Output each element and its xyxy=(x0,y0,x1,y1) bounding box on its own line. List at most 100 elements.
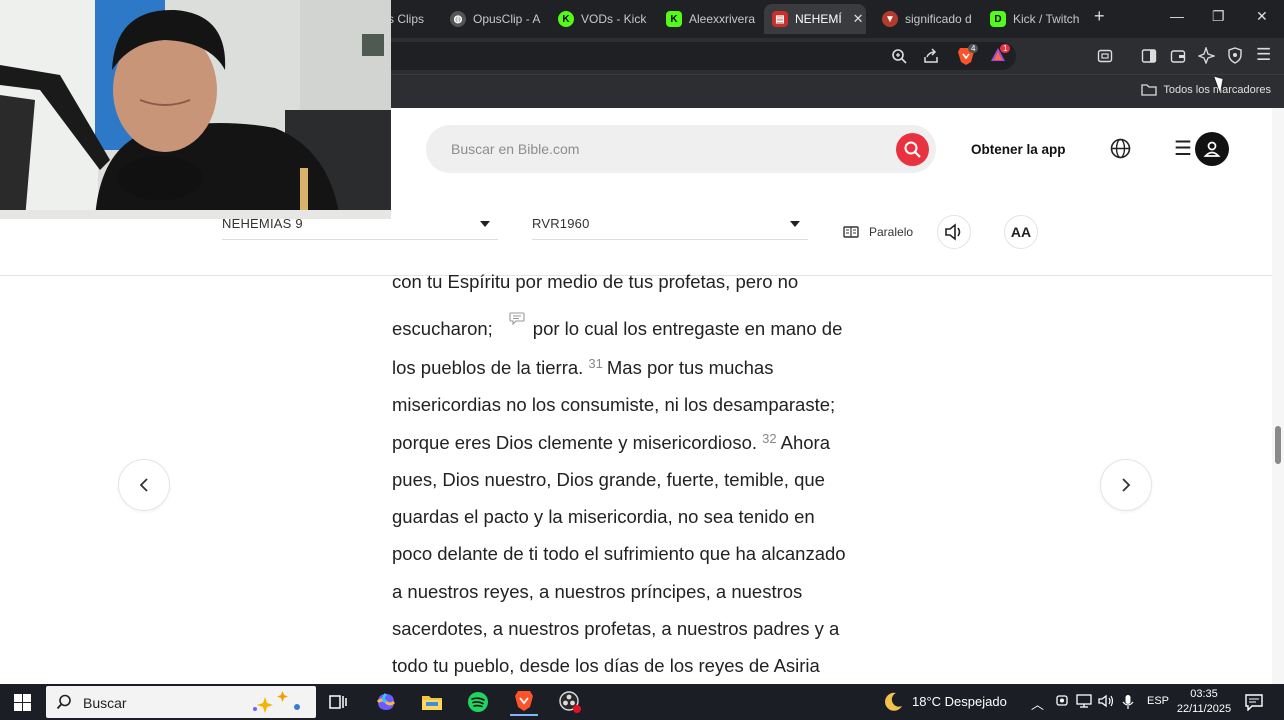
chevron-left-icon xyxy=(139,478,148,492)
chevron-down-icon xyxy=(480,221,490,227)
tab-aleexxrivera[interactable]: K Aleexxrivera xyxy=(658,4,763,34)
file-explorer-icon[interactable] xyxy=(418,688,446,716)
close-window-icon[interactable]: ✕ xyxy=(1256,8,1268,25)
verse-line: misericordias no los consumiste, ni los … xyxy=(392,394,836,415)
wallet-icon[interactable] xyxy=(1170,48,1186,68)
version-selector[interactable]: RVR1960 xyxy=(532,216,808,240)
bible-icon: ▤ xyxy=(772,11,788,27)
tab-kick-twitch[interactable]: D Kick / Twitch xyxy=(982,4,1086,34)
close-tab-icon[interactable]: ✕ xyxy=(853,11,864,27)
zoom-icon[interactable] xyxy=(891,48,907,68)
bible-search-input[interactable]: Buscar en Bible.com xyxy=(426,125,936,173)
windows-start-icon[interactable] xyxy=(14,694,31,716)
media-icon[interactable] xyxy=(1097,48,1113,68)
tab-title: NEHEMÍ xyxy=(795,12,842,26)
profile-avatar[interactable] xyxy=(1195,132,1229,166)
search-icon xyxy=(56,694,71,710)
url-field[interactable] xyxy=(300,42,1016,70)
all-bookmarks-folder[interactable]: Todos los marcadores xyxy=(1141,83,1271,96)
weather-text[interactable]: 18°C Despejado xyxy=(912,694,1007,709)
streamer-webcam-image xyxy=(0,0,391,219)
verse-line: con tu Espíritu por medio de tus profeta… xyxy=(392,271,799,292)
tab-title: VODs - Kick xyxy=(581,12,647,26)
next-chapter-button[interactable] xyxy=(1100,459,1152,511)
version-selector-label: RVR1960 xyxy=(532,216,590,231)
verse-line: porque eres Dios clemente y misericordio… xyxy=(392,431,830,453)
opusclip-icon: ◍ xyxy=(450,11,466,27)
speaker-icon xyxy=(945,223,961,241)
language-globe-icon[interactable] xyxy=(1110,138,1131,164)
restore-icon[interactable]: ❐ xyxy=(1212,8,1225,25)
previous-chapter-button[interactable] xyxy=(118,459,170,511)
taskbar-search-box[interactable]: Buscar xyxy=(46,686,316,718)
microphone-icon[interactable] xyxy=(1122,694,1134,713)
d-icon: D xyxy=(990,11,1006,27)
kick-icon: K xyxy=(666,11,682,27)
clock-date: 22/11/2025 xyxy=(1176,703,1232,715)
verse-line: a nuestros reyes, a nuestros príncipes, … xyxy=(392,581,803,602)
tab-significado[interactable]: ▼ significado d xyxy=(874,4,978,34)
verse-line: todo tu pueblo, desde los días de los re… xyxy=(392,655,820,676)
parallel-label: Paralelo xyxy=(869,225,914,239)
footnote-icon[interactable] xyxy=(509,309,525,331)
task-view-icon[interactable] xyxy=(324,688,352,716)
camera-tray-icon[interactable] xyxy=(1055,694,1069,711)
webcam-overlay xyxy=(0,0,391,219)
obs-recording-icon[interactable] xyxy=(556,688,584,716)
parallel-toggle[interactable]: Paralelo xyxy=(843,225,913,239)
book-chapter-selector[interactable]: NEHEMÍAS 9 xyxy=(222,216,498,240)
kick-icon: K xyxy=(558,11,574,27)
font-settings-button[interactable]: AA xyxy=(1004,215,1038,249)
page-scrollbar[interactable] xyxy=(1272,108,1284,684)
verse-line: escucharon; por lo cual los entregaste en… xyxy=(392,318,843,339)
weather-moon-icon[interactable] xyxy=(882,691,904,718)
brave-browser-taskbar-icon[interactable] xyxy=(510,688,538,716)
windows-taskbar: Buscar 18°C Despejado ︿ ESP 03:35 22/11/… xyxy=(0,684,1284,720)
search-placeholder: Buscar en Bible.com xyxy=(451,141,580,157)
tab-title: significado d xyxy=(905,12,972,26)
tab-title: Aleexxrivera xyxy=(689,12,756,26)
tab-title: s Clips xyxy=(388,12,425,26)
network-icon[interactable] xyxy=(1076,694,1092,711)
user-icon xyxy=(1203,141,1221,157)
tab-title: Kick / Twitch xyxy=(1013,12,1080,26)
tab-title: OpusClip - A xyxy=(473,12,541,26)
browser-menu-icon[interactable]: ☰ xyxy=(1256,46,1271,63)
folder-icon xyxy=(1141,84,1158,96)
tab-vods-kick[interactable]: K VODs - Kick xyxy=(550,4,655,34)
chevron-up-icon[interactable]: ︿ xyxy=(1031,694,1044,713)
spotify-icon[interactable] xyxy=(464,688,492,716)
verse-number: 32 xyxy=(762,431,777,446)
notifications-icon[interactable] xyxy=(1245,693,1263,716)
new-tab-icon[interactable]: + xyxy=(1094,6,1105,27)
brave-icon: ▼ xyxy=(882,11,898,27)
taskbar-search-label: Buscar xyxy=(83,695,127,711)
verse-line: poco delante de ti todo el sufrimiento q… xyxy=(392,543,846,564)
verse-line: los pueblos de la tierra. 31 Mas por tus … xyxy=(392,356,774,378)
verse-line: sacerdotes, a nuestros profetas, a nuest… xyxy=(392,618,840,639)
scrollbar-thumb[interactable] xyxy=(1275,426,1281,464)
search-button[interactable] xyxy=(896,133,929,166)
volume-icon[interactable] xyxy=(1098,694,1115,711)
tab-opusclip[interactable]: ◍ OpusClip - A xyxy=(442,4,552,34)
clock-time: 03:35 xyxy=(1190,688,1218,700)
search-icon xyxy=(904,141,921,158)
chevron-down-icon xyxy=(790,221,800,227)
sidebar-icon[interactable] xyxy=(1141,48,1157,68)
minimize-icon[interactable]: — xyxy=(1170,8,1184,24)
share-icon[interactable] xyxy=(923,48,939,68)
verse-line: guardas el pacto y la misericordia, no s… xyxy=(392,506,815,527)
language-indicator[interactable]: ESP xyxy=(1147,695,1169,707)
copilot-icon[interactable] xyxy=(372,688,400,716)
get-app-link[interactable]: Obtener la app xyxy=(971,142,1066,157)
verse-number: 31 xyxy=(588,356,603,371)
taskbar-clock[interactable]: 03:35 22/11/2025 xyxy=(1176,687,1232,717)
site-menu-icon[interactable]: ☰ xyxy=(1174,139,1192,159)
vpn-shield-icon[interactable] xyxy=(1227,47,1243,68)
verse-line: pues, Dios nuestro, Dios grande, fuerte,… xyxy=(392,469,825,490)
tab-nehemias-active[interactable]: ▤ NEHEMÍ ✕ xyxy=(764,4,866,34)
audio-button[interactable] xyxy=(937,215,971,249)
chevron-right-icon xyxy=(1122,478,1131,492)
leo-ai-icon[interactable] xyxy=(1197,45,1217,68)
parallel-icon xyxy=(843,226,859,238)
